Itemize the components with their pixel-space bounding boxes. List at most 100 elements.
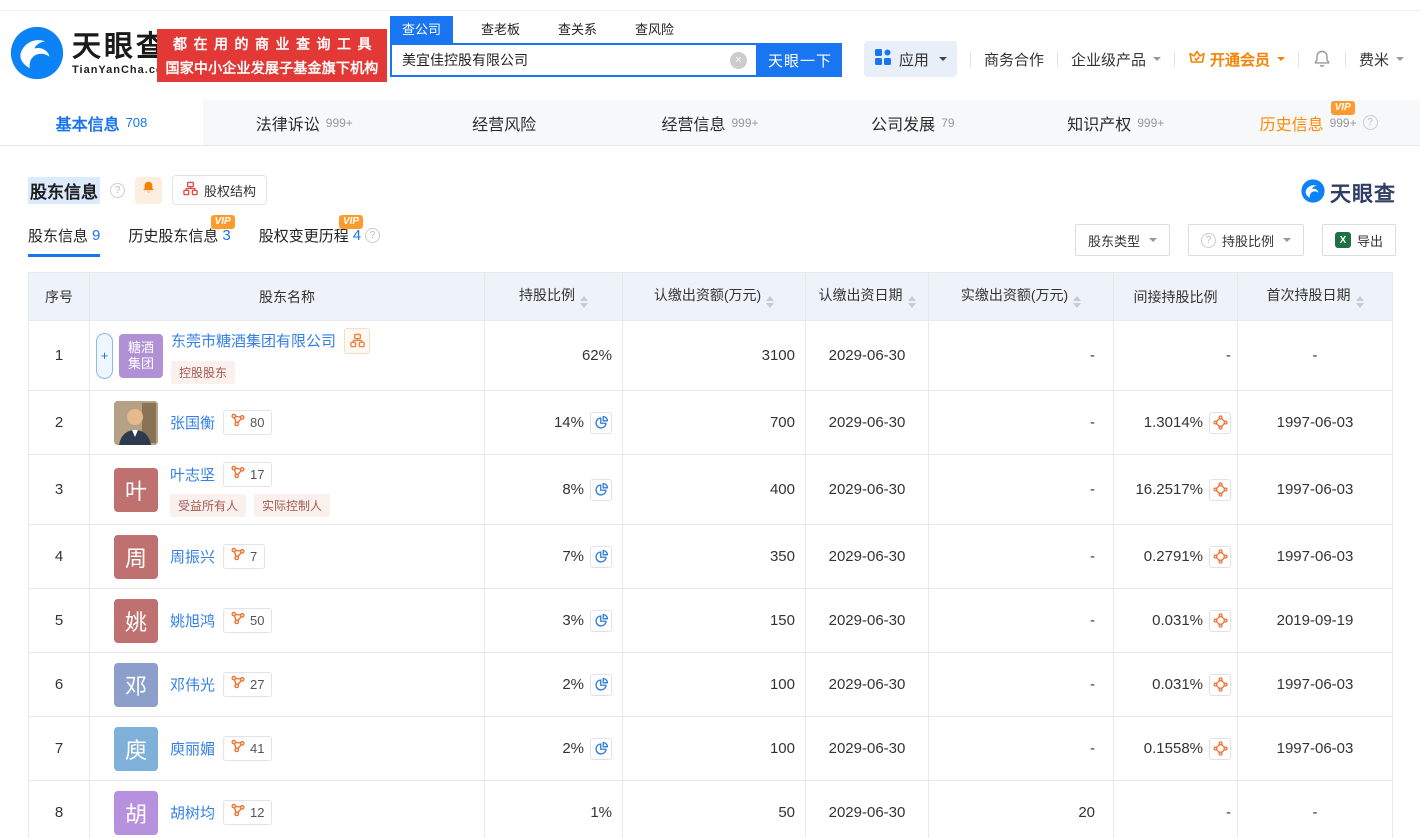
avatar[interactable]: 糖酒集团: [119, 334, 163, 378]
export-label: 导出: [1357, 231, 1383, 250]
penetration-icon[interactable]: [1209, 610, 1231, 632]
penetration-icon[interactable]: [1209, 738, 1231, 760]
equity-structure-icon[interactable]: [344, 328, 370, 354]
col-holding-ratio[interactable]: 持股比例: [485, 273, 623, 321]
penetration-icon[interactable]: [1209, 674, 1231, 696]
shareholder-name-link[interactable]: 邓伟光: [170, 674, 215, 695]
pie-chart-icon[interactable]: [590, 674, 612, 696]
sort-icon[interactable]: [1356, 296, 1364, 308]
paid-capital: -: [929, 455, 1114, 525]
relation-count: 41: [250, 741, 264, 756]
col-paid-capital[interactable]: 实缴出资额(万元): [929, 273, 1114, 321]
sort-icon[interactable]: [1073, 296, 1081, 308]
search-tab-relation[interactable]: 查关系: [546, 16, 609, 43]
row-index: 2: [55, 414, 63, 431]
holding-ratio-filter[interactable]: 持股比例: [1188, 224, 1304, 256]
shareholder-section-header: 股东信息 股权结构: [28, 175, 267, 205]
user-menu[interactable]: 费米: [1359, 49, 1404, 70]
shareholder-name-link[interactable]: 张国衡: [170, 412, 215, 433]
help-icon[interactable]: [110, 183, 125, 198]
relation-count-box[interactable]: 7: [223, 544, 265, 569]
avatar[interactable]: 邓: [114, 663, 158, 707]
expand-button[interactable]: [96, 333, 113, 379]
subscribe-bell-button[interactable]: [135, 177, 162, 204]
indirect-ratio: 0.2791%: [1144, 548, 1203, 565]
tab-label: 经营风险: [472, 111, 536, 135]
company-nav-tabs: 基本信息 708 法律诉讼 999+ 经营风险 经营信息 999+ 公司发展 7…: [0, 100, 1420, 146]
pie-chart-icon[interactable]: [590, 738, 612, 760]
relation-count-box[interactable]: 12: [223, 800, 272, 825]
tab-count: 999+: [326, 116, 353, 130]
apps-menu-button[interactable]: 应用: [864, 41, 957, 77]
holding-ratio: 2%: [562, 740, 584, 757]
shareholder-name-link[interactable]: 胡树均: [170, 802, 215, 823]
first-holding-date: -: [1238, 781, 1393, 838]
shareholder-name-link[interactable]: 庾丽媚: [170, 738, 215, 759]
tab-business-risk[interactable]: 经营风险: [406, 100, 609, 145]
sort-icon[interactable]: [766, 296, 774, 308]
search-button[interactable]: 天眼一下: [758, 43, 842, 77]
site-logo[interactable]: 天眼查 TianYanCha.com: [10, 26, 174, 80]
shareholder-name-link[interactable]: 东莞市糖酒集团有限公司: [171, 330, 336, 351]
sort-icon[interactable]: [908, 296, 916, 308]
avatar[interactable]: 周: [114, 535, 158, 579]
avatar[interactable]: 庾: [114, 727, 158, 771]
shareholder-name-link[interactable]: 姚旭鸿: [170, 610, 215, 631]
relation-count-box[interactable]: 80: [223, 410, 272, 435]
shareholder-type-filter[interactable]: 股东类型: [1075, 224, 1170, 256]
table-row: 3 叶 叶志坚 17 受益所有人实际: [29, 455, 1393, 525]
tab-business-info[interactable]: 经营信息 999+: [609, 100, 812, 145]
subtab-history-shareholders[interactable]: VIP 历史股东信息 3: [128, 225, 230, 257]
excel-icon: [1335, 232, 1351, 248]
pie-chart-icon[interactable]: [590, 546, 612, 568]
header-right-nav: 应用 商务合作 企业级产品 开通会员 费米: [864, 41, 1404, 77]
tab-history-info[interactable]: VIP 历史信息 999+: [1217, 100, 1420, 145]
export-button[interactable]: 导出: [1322, 224, 1396, 256]
search-tab-boss[interactable]: 查老板: [469, 16, 532, 43]
holding-ratio: 2%: [562, 676, 584, 693]
tab-intellectual-property[interactable]: 知识产权 999+: [1014, 100, 1217, 145]
penetration-icon[interactable]: [1209, 412, 1231, 434]
subtab-shareholders[interactable]: 股东信息 9: [28, 225, 100, 257]
avatar[interactable]: [114, 401, 158, 445]
banner-line2: 国家中小企业发展子基金旗下机构: [166, 58, 379, 78]
enterprise-products-menu[interactable]: 企业级产品: [1071, 49, 1161, 70]
relation-count-box[interactable]: 27: [223, 672, 272, 697]
tab-company-development[interactable]: 公司发展 79: [811, 100, 1014, 145]
divider: [970, 52, 971, 67]
relation-count-box[interactable]: 41: [223, 736, 272, 761]
business-cooperation-link[interactable]: 商务合作: [984, 49, 1044, 70]
equity-structure-button[interactable]: 股权结构: [172, 175, 267, 205]
top-divider: [0, 10, 1420, 11]
relation-count-box[interactable]: 50: [223, 608, 272, 633]
shareholder-name-link[interactable]: 周振兴: [170, 546, 215, 567]
relation-count-box[interactable]: 17: [223, 462, 272, 487]
sort-icon[interactable]: [580, 296, 588, 308]
penetration-icon[interactable]: [1209, 479, 1231, 501]
avatar[interactable]: 姚: [114, 599, 158, 643]
col-subscribed-capital[interactable]: 认缴出资额(万元): [623, 273, 806, 321]
search-tab-risk[interactable]: 查风险: [623, 16, 686, 43]
tab-legal-proceedings[interactable]: 法律诉讼 999+: [203, 100, 406, 145]
col-first-holding-date[interactable]: 首次持股日期: [1238, 273, 1393, 321]
help-icon[interactable]: [365, 228, 380, 243]
subtab-equity-change-history[interactable]: VIP 股权变更历程 4: [259, 225, 380, 257]
notification-bell-icon[interactable]: [1312, 49, 1332, 69]
pie-chart-icon[interactable]: [590, 610, 612, 632]
pie-chart-icon[interactable]: [590, 479, 612, 501]
tab-count: 999+: [732, 116, 759, 130]
clear-search-icon[interactable]: [730, 52, 747, 69]
help-icon[interactable]: [1363, 115, 1378, 130]
penetration-icon[interactable]: [1209, 546, 1231, 568]
subscribed-date: 2029-06-30: [806, 455, 929, 525]
col-subscribed-date[interactable]: 认缴出资日期: [806, 273, 929, 321]
open-membership-link[interactable]: 开通会员: [1188, 48, 1285, 70]
search-tab-company[interactable]: 查公司: [390, 16, 453, 43]
subscribed-date: 2029-06-30: [806, 589, 929, 653]
shareholder-name-link[interactable]: 叶志坚: [170, 464, 215, 485]
pie-chart-icon[interactable]: [590, 412, 612, 434]
avatar[interactable]: 胡: [114, 791, 158, 835]
avatar[interactable]: 叶: [114, 468, 158, 512]
search-input[interactable]: [392, 52, 730, 68]
tab-basic-info[interactable]: 基本信息 708: [0, 100, 203, 145]
